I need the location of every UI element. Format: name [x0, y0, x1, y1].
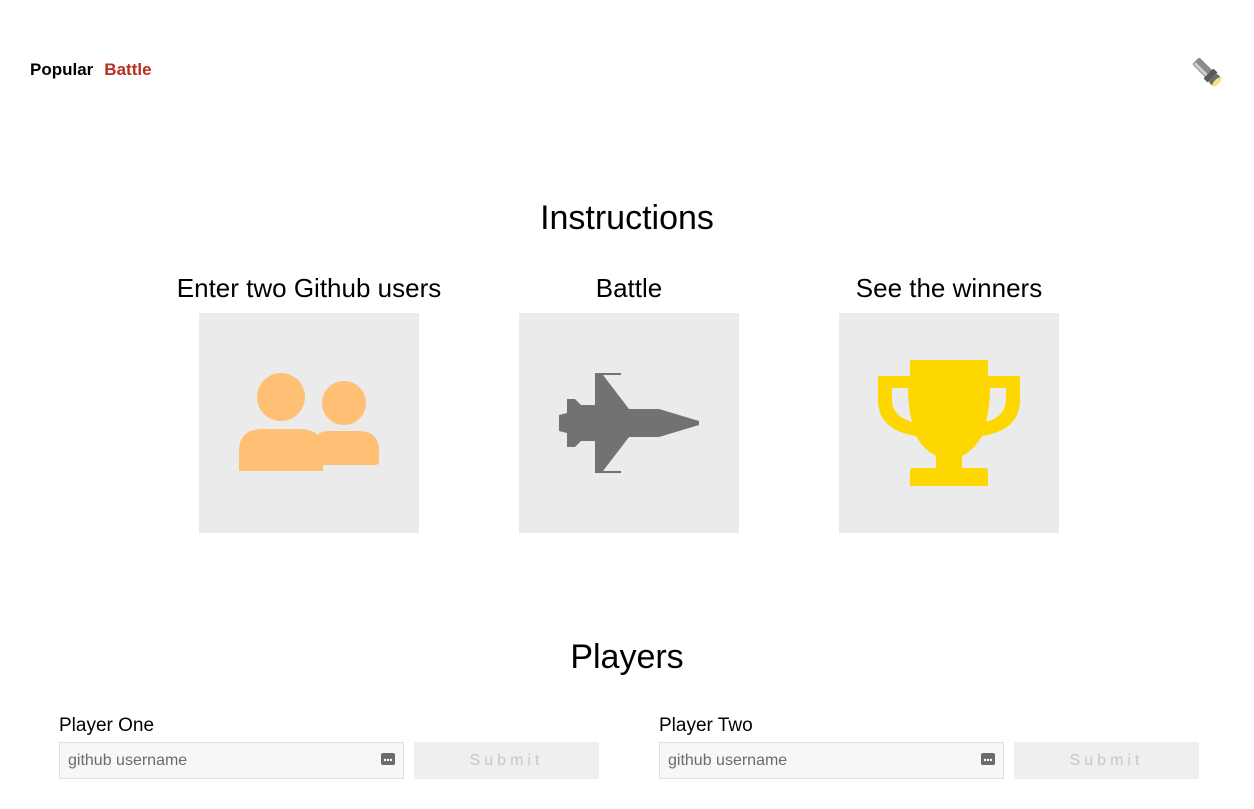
player-one-input-wrap — [59, 742, 404, 779]
nav-link-battle[interactable]: Battle — [104, 60, 151, 80]
player-one-form: Player One Submit — [59, 714, 599, 779]
users-icon — [239, 373, 379, 471]
flashlight-icon — [1192, 57, 1222, 87]
nav-link-popular[interactable]: Popular — [30, 60, 93, 80]
step-battle: Battle — [469, 268, 789, 533]
fighter-jet-icon — [559, 373, 699, 473]
player-two-label: Player Two — [659, 715, 753, 736]
player-two-input-wrap — [659, 742, 1004, 779]
step-enter-users: Enter two Github users — [149, 268, 469, 533]
step-title: Battle — [595, 273, 663, 303]
theme-toggle-button[interactable] — [1190, 54, 1224, 90]
player-one-input[interactable] — [60, 743, 403, 778]
player-two-row: Submit — [659, 742, 1199, 779]
trophy-icon — [878, 360, 1020, 486]
instructions-title: Instructions — [540, 199, 714, 237]
step-box — [199, 313, 419, 533]
player-one-label: Player One — [59, 715, 155, 736]
step-box — [839, 313, 1059, 533]
password-manager-icon[interactable] — [981, 753, 995, 765]
step-see-winners: See the winners — [789, 268, 1109, 533]
step-title: See the winners — [855, 273, 1043, 303]
top-nav: Popular Battle — [30, 60, 152, 80]
player-one-row: Submit — [59, 742, 599, 779]
player-two-input[interactable] — [660, 743, 1003, 778]
step-box — [519, 313, 739, 533]
player-two-form: Player Two Submit — [659, 714, 1199, 779]
player-two-submit-button[interactable]: Submit — [1014, 742, 1199, 779]
players-title: Players — [570, 638, 684, 676]
step-title: Enter two Github users — [176, 273, 442, 303]
password-manager-icon[interactable] — [381, 753, 395, 765]
player-one-submit-button[interactable]: Submit — [414, 742, 599, 779]
